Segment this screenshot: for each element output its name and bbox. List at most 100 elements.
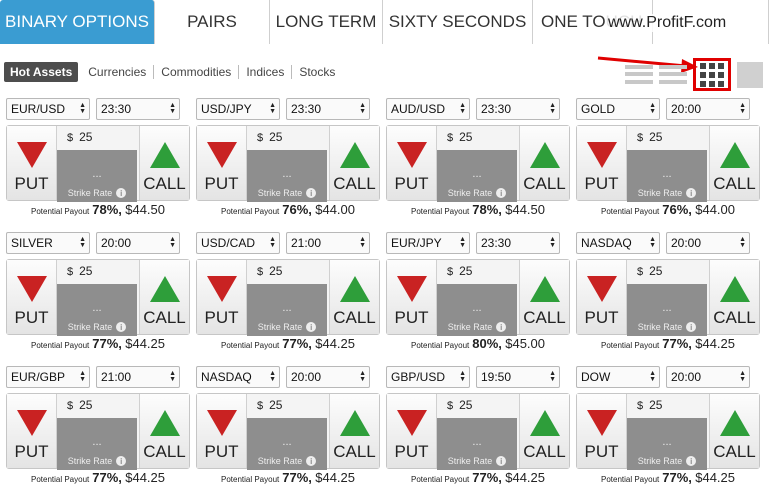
put-button[interactable]: PUT	[387, 126, 437, 200]
select-arrows-icon: ▲ ▼	[79, 102, 86, 115]
expiry-time-select[interactable]: 21:00 ▲ ▼	[286, 232, 370, 254]
asset-select[interactable]: GOLD ▲ ▼	[576, 98, 660, 120]
info-icon[interactable]: i	[686, 456, 697, 466]
option-card: AUD/USD ▲ ▼ 23:30 ▲ ▼ PUT $25 ... Strike…	[386, 98, 570, 224]
potential-payout: Potential Payout 77%, $44.25	[6, 336, 190, 351]
investment-amount[interactable]: $25	[447, 398, 472, 412]
call-button[interactable]: CALL	[519, 394, 569, 468]
investment-amount[interactable]: $25	[257, 264, 282, 278]
asset-select[interactable]: AUD/USD ▲ ▼	[386, 98, 470, 120]
payout-amount: $44.25	[125, 470, 165, 485]
filter-indices[interactable]: Indices	[239, 65, 293, 79]
info-icon[interactable]: i	[306, 456, 317, 466]
tile-view-icon[interactable]	[737, 61, 763, 88]
expiry-time-select[interactable]: 20:00 ▲ ▼	[666, 98, 750, 120]
asset-select[interactable]: EUR/USD ▲ ▼	[6, 98, 90, 120]
expiry-time-select[interactable]: 20:00 ▲ ▼	[666, 366, 750, 388]
call-button[interactable]: CALL	[519, 260, 569, 334]
strike-rate-panel: ... Strike Rate i	[627, 150, 707, 202]
call-button[interactable]: CALL	[329, 260, 379, 334]
investment-amount[interactable]: $25	[637, 398, 662, 412]
tab-long-term[interactable]: LONG TERM	[270, 0, 383, 44]
info-icon[interactable]: i	[686, 322, 697, 332]
expiry-time-select[interactable]: 21:00 ▲ ▼	[96, 366, 180, 388]
asset-select[interactable]: EUR/JPY ▲ ▼	[386, 232, 470, 254]
strike-rate-panel: ... Strike Rate i	[627, 284, 707, 336]
option-card: EUR/USD ▲ ▼ 23:30 ▲ ▼ PUT $25 ... Strike…	[6, 98, 190, 224]
expiry-time-select[interactable]: 19:50 ▲ ▼	[476, 366, 560, 388]
info-icon[interactable]: i	[686, 188, 697, 198]
expiry-time-select[interactable]: 23:30 ▲ ▼	[96, 98, 180, 120]
investment-amount[interactable]: $25	[257, 130, 282, 144]
tab-sixty-seconds[interactable]: SIXTY SECONDS	[383, 0, 533, 44]
put-button[interactable]: PUT	[387, 260, 437, 334]
investment-amount[interactable]: $25	[67, 130, 92, 144]
expiry-time-select[interactable]: 20:00 ▲ ▼	[96, 232, 180, 254]
info-icon[interactable]: i	[496, 456, 507, 466]
filter-hot-assets[interactable]: Hot Assets	[4, 62, 79, 82]
expiry-time-select[interactable]: 23:30 ▲ ▼	[476, 98, 560, 120]
investment-amount[interactable]: $25	[637, 130, 662, 144]
put-button[interactable]: PUT	[577, 260, 627, 334]
asset-select[interactable]: DOW ▲ ▼	[576, 366, 660, 388]
expiry-time-select[interactable]: 20:00 ▲ ▼	[666, 232, 750, 254]
put-button[interactable]: PUT	[7, 394, 57, 468]
info-icon[interactable]: i	[306, 188, 317, 198]
strike-rate-panel: ... Strike Rate i	[437, 418, 517, 470]
select-arrows-icon: ▲ ▼	[359, 236, 366, 249]
expiry-time-select[interactable]: 23:30 ▲ ▼	[476, 232, 560, 254]
put-button[interactable]: PUT	[577, 126, 627, 200]
call-button[interactable]: CALL	[139, 260, 189, 334]
info-icon[interactable]: i	[116, 456, 127, 466]
filter-stocks[interactable]: Stocks	[292, 65, 342, 79]
payout-amount: $44.50	[505, 202, 545, 217]
asset-select[interactable]: SILVER ▲ ▼	[6, 232, 90, 254]
arrow-up-icon	[719, 142, 750, 168]
call-button[interactable]: CALL	[709, 126, 759, 200]
call-button[interactable]: CALL	[519, 126, 569, 200]
asset-select[interactable]: GBP/USD ▲ ▼	[386, 366, 470, 388]
info-icon[interactable]: i	[116, 322, 127, 332]
call-button[interactable]: CALL	[709, 260, 759, 334]
put-button[interactable]: PUT	[387, 394, 437, 468]
option-card: NASDAQ ▲ ▼ 20:00 ▲ ▼ PUT $25 ... Strike …	[196, 366, 380, 492]
put-button[interactable]: PUT	[197, 394, 247, 468]
call-button[interactable]: CALL	[329, 394, 379, 468]
compact-list-view-icon[interactable]	[659, 62, 687, 88]
call-button[interactable]: CALL	[139, 394, 189, 468]
put-button[interactable]: PUT	[197, 126, 247, 200]
call-button[interactable]: CALL	[329, 126, 379, 200]
asset-select[interactable]: USD/CAD ▲ ▼	[196, 232, 280, 254]
list-view-icon[interactable]	[625, 62, 653, 88]
investment-amount[interactable]: $25	[447, 130, 472, 144]
put-button[interactable]: PUT	[7, 260, 57, 334]
tab-binary-options[interactable]: BINARY OPTIONS	[0, 0, 155, 44]
investment-amount[interactable]: $25	[67, 264, 92, 278]
call-button[interactable]: CALL	[139, 126, 189, 200]
put-button[interactable]: PUT	[197, 260, 247, 334]
tab-pairs[interactable]: PAIRS	[155, 0, 270, 44]
grid-view-icon[interactable]	[693, 58, 731, 91]
asset-select[interactable]: NASDAQ ▲ ▼	[196, 366, 280, 388]
put-label: PUT	[14, 308, 49, 327]
put-label: PUT	[204, 308, 239, 327]
payout-percent: 78%,	[92, 202, 122, 217]
expiry-time-select[interactable]: 23:30 ▲ ▼	[286, 98, 370, 120]
filter-commodities[interactable]: Commodities	[154, 65, 240, 79]
asset-select[interactable]: USD/JPY ▲ ▼	[196, 98, 280, 120]
investment-amount[interactable]: $25	[447, 264, 472, 278]
info-icon[interactable]: i	[116, 188, 127, 198]
filter-currencies[interactable]: Currencies	[81, 65, 155, 79]
asset-select[interactable]: NASDAQ ▲ ▼	[576, 232, 660, 254]
asset-select[interactable]: EUR/GBP ▲ ▼	[6, 366, 90, 388]
put-button[interactable]: PUT	[577, 394, 627, 468]
info-icon[interactable]: i	[306, 322, 317, 332]
investment-amount[interactable]: $25	[67, 398, 92, 412]
info-icon[interactable]: i	[496, 322, 507, 332]
expiry-time-select[interactable]: 20:00 ▲ ▼	[286, 366, 370, 388]
investment-amount[interactable]: $25	[637, 264, 662, 278]
put-button[interactable]: PUT	[7, 126, 57, 200]
call-button[interactable]: CALL	[709, 394, 759, 468]
info-icon[interactable]: i	[496, 188, 507, 198]
investment-amount[interactable]: $25	[257, 398, 282, 412]
